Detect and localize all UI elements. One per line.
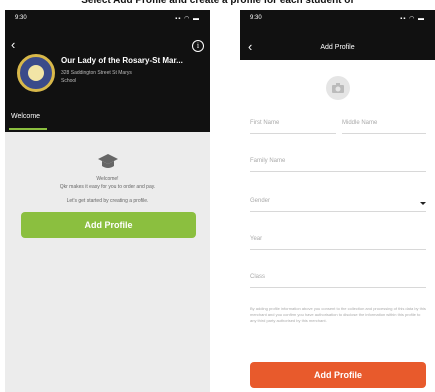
status-time: 9:30 [15,15,27,21]
tab-active-indicator [9,128,47,130]
year-field[interactable]: Year [250,232,426,250]
back-chevron-icon[interactable]: ‹ [11,38,15,51]
status-icons: ▪▪ ◠ ▬ [175,16,200,22]
welcome-hint: Let's get started by creating a profile. [66,198,149,204]
add-profile-button[interactable]: Add Profile [21,212,196,238]
graduation-cap-icon [98,154,118,168]
school-type: School [61,78,77,84]
status-icons: ▪▪ ◠ ▬ [400,16,425,22]
class-placeholder: Class [250,274,266,280]
middle-name-field[interactable]: Middle Name [342,116,426,134]
status-time: 9:30 [250,15,262,21]
school-name: Our Lady of the Rosary-St Mar... [61,56,183,65]
add-profile-screen: 9:30 ▪▪ ◠ ▬ ‹ Add Profile First Name Mid… [240,10,435,392]
status-bar: 9:30 ▪▪ ◠ ▬ [250,15,425,25]
gender-select[interactable]: Gender [250,194,426,212]
gender-placeholder: Gender [250,198,271,204]
status-bar: 9:30 ▪▪ ◠ ▬ [15,15,200,25]
chevron-down-icon [420,202,426,205]
school-crest-logo [17,54,55,92]
consent-text: By adding profile information above you … [250,306,426,323]
caption-text: Select Add Profile and create a profile … [81,0,354,6]
welcome-body: Qkr makes it easy for you to order and p… [59,184,156,190]
tab-bar: Welcome [5,110,210,132]
school-header: 9:30 ▪▪ ◠ ▬ ‹ i Our Lady of the Rosary-S… [5,10,210,110]
year-placeholder: Year [250,236,263,242]
first-name-field[interactable]: First Name [250,116,336,134]
camera-icon[interactable] [326,76,350,100]
welcome-title: Welcome! [96,176,119,182]
page-title: Add Profile [320,44,355,51]
add-profile-header: 9:30 ▪▪ ◠ ▬ ‹ Add Profile [240,10,435,60]
add-profile-submit-button[interactable]: Add Profile [250,362,426,388]
class-field[interactable]: Class [250,270,426,288]
middle-name-placeholder: Middle Name [342,120,378,126]
tab-welcome[interactable]: Welcome [11,113,40,120]
family-name-field[interactable]: Family Name [250,154,426,172]
school-address: 328 Saddington Street St Marys [61,70,132,76]
family-name-placeholder: Family Name [250,158,286,164]
info-icon[interactable]: i [192,40,204,52]
first-name-placeholder: First Name [250,120,280,126]
welcome-screen: 9:30 ▪▪ ◠ ▬ ‹ i Our Lady of the Rosary-S… [5,10,210,392]
